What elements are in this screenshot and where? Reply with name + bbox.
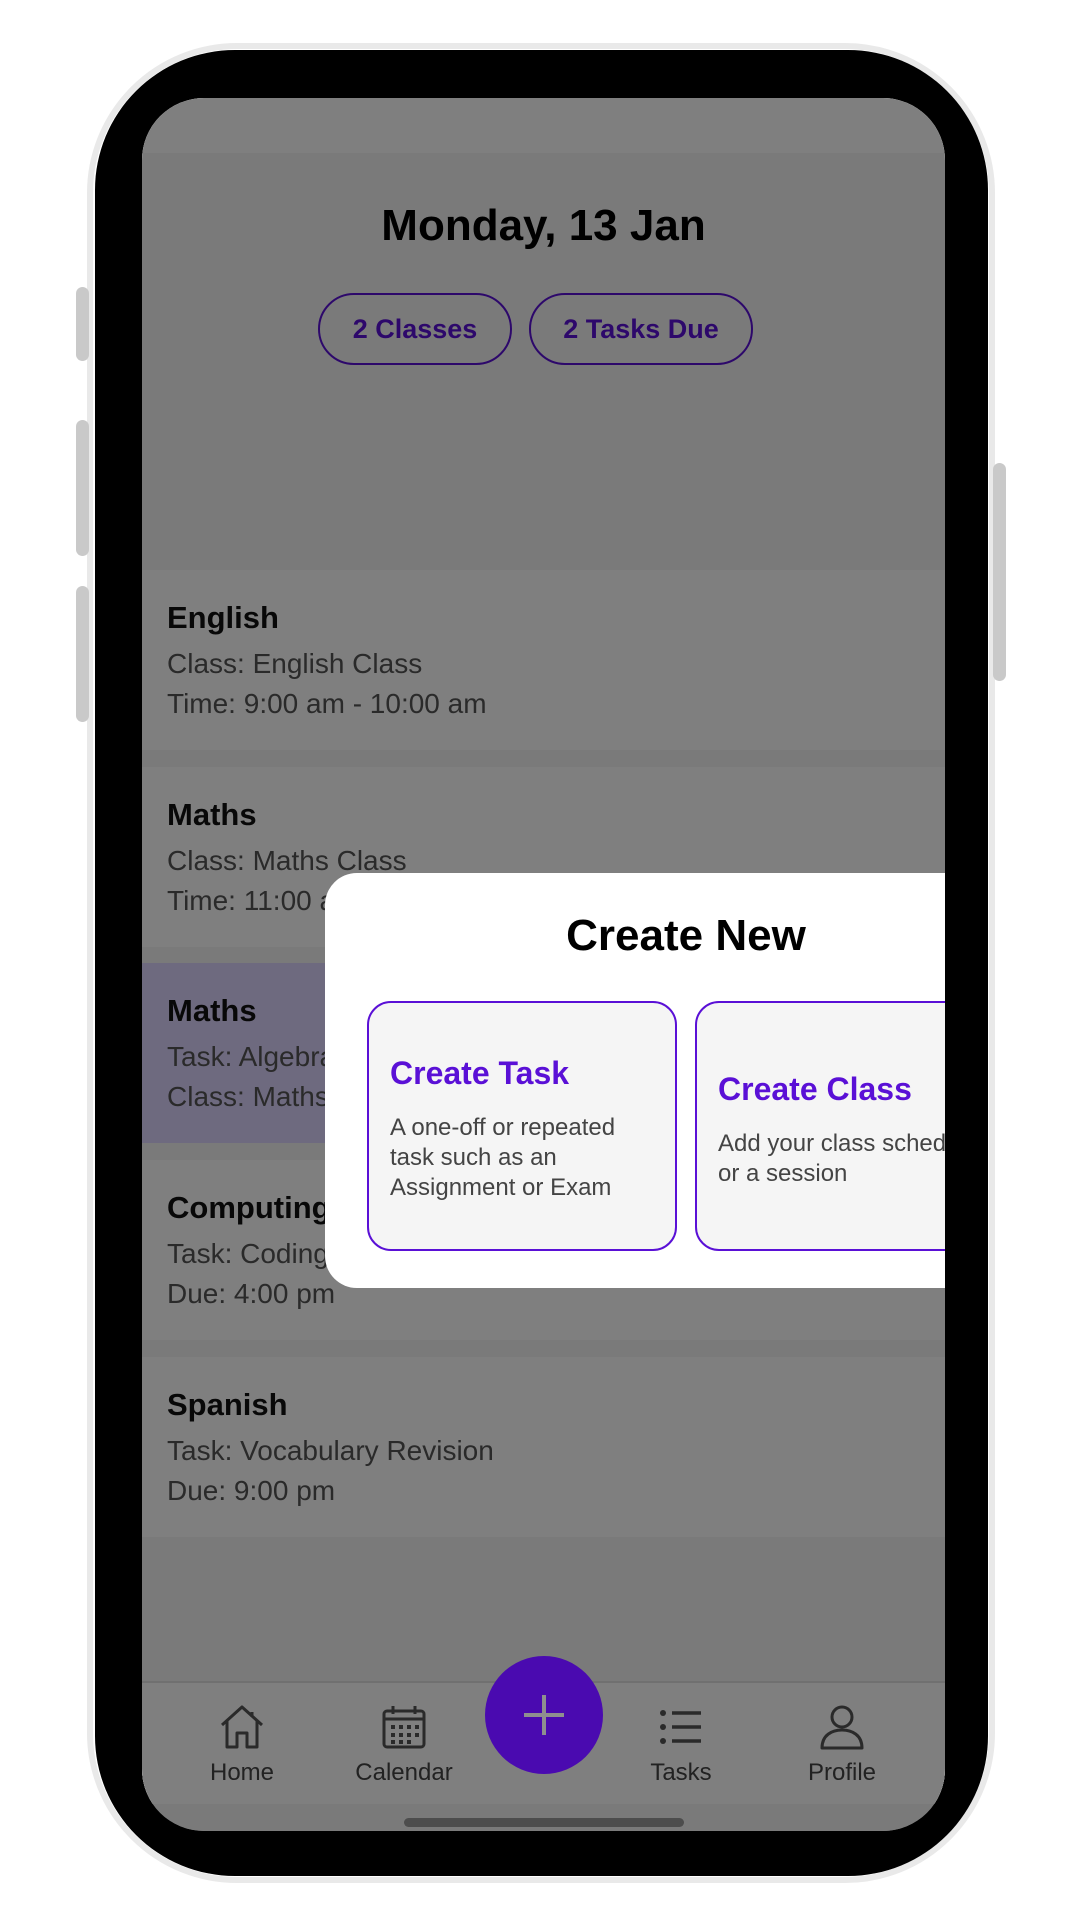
- power-button: [993, 463, 1006, 681]
- create-new-dialog: Create New Create Task A one-off or repe…: [325, 873, 945, 1288]
- option-description: A one-off or repeated task such as an As…: [390, 1114, 616, 1201]
- create-task-option[interactable]: Create Task A one-off or repeated task s…: [367, 1001, 677, 1251]
- dialog-title: Create New: [566, 911, 806, 960]
- mute-switch: [76, 287, 89, 361]
- volume-up-button: [76, 420, 89, 556]
- create-class-option[interactable]: Create Class Add your class schedule or …: [695, 1001, 945, 1251]
- plus-icon: [524, 1695, 564, 1735]
- screen: Monday, 13 Jan 2 Classes 2 Tasks Due Eng…: [142, 98, 945, 1831]
- option-description: Add your class schedule or a session: [718, 1130, 945, 1187]
- add-button[interactable]: [485, 1656, 603, 1774]
- volume-down-button: [76, 586, 89, 722]
- option-title: Create Task: [390, 1055, 570, 1091]
- option-title: Create Class: [718, 1071, 912, 1107]
